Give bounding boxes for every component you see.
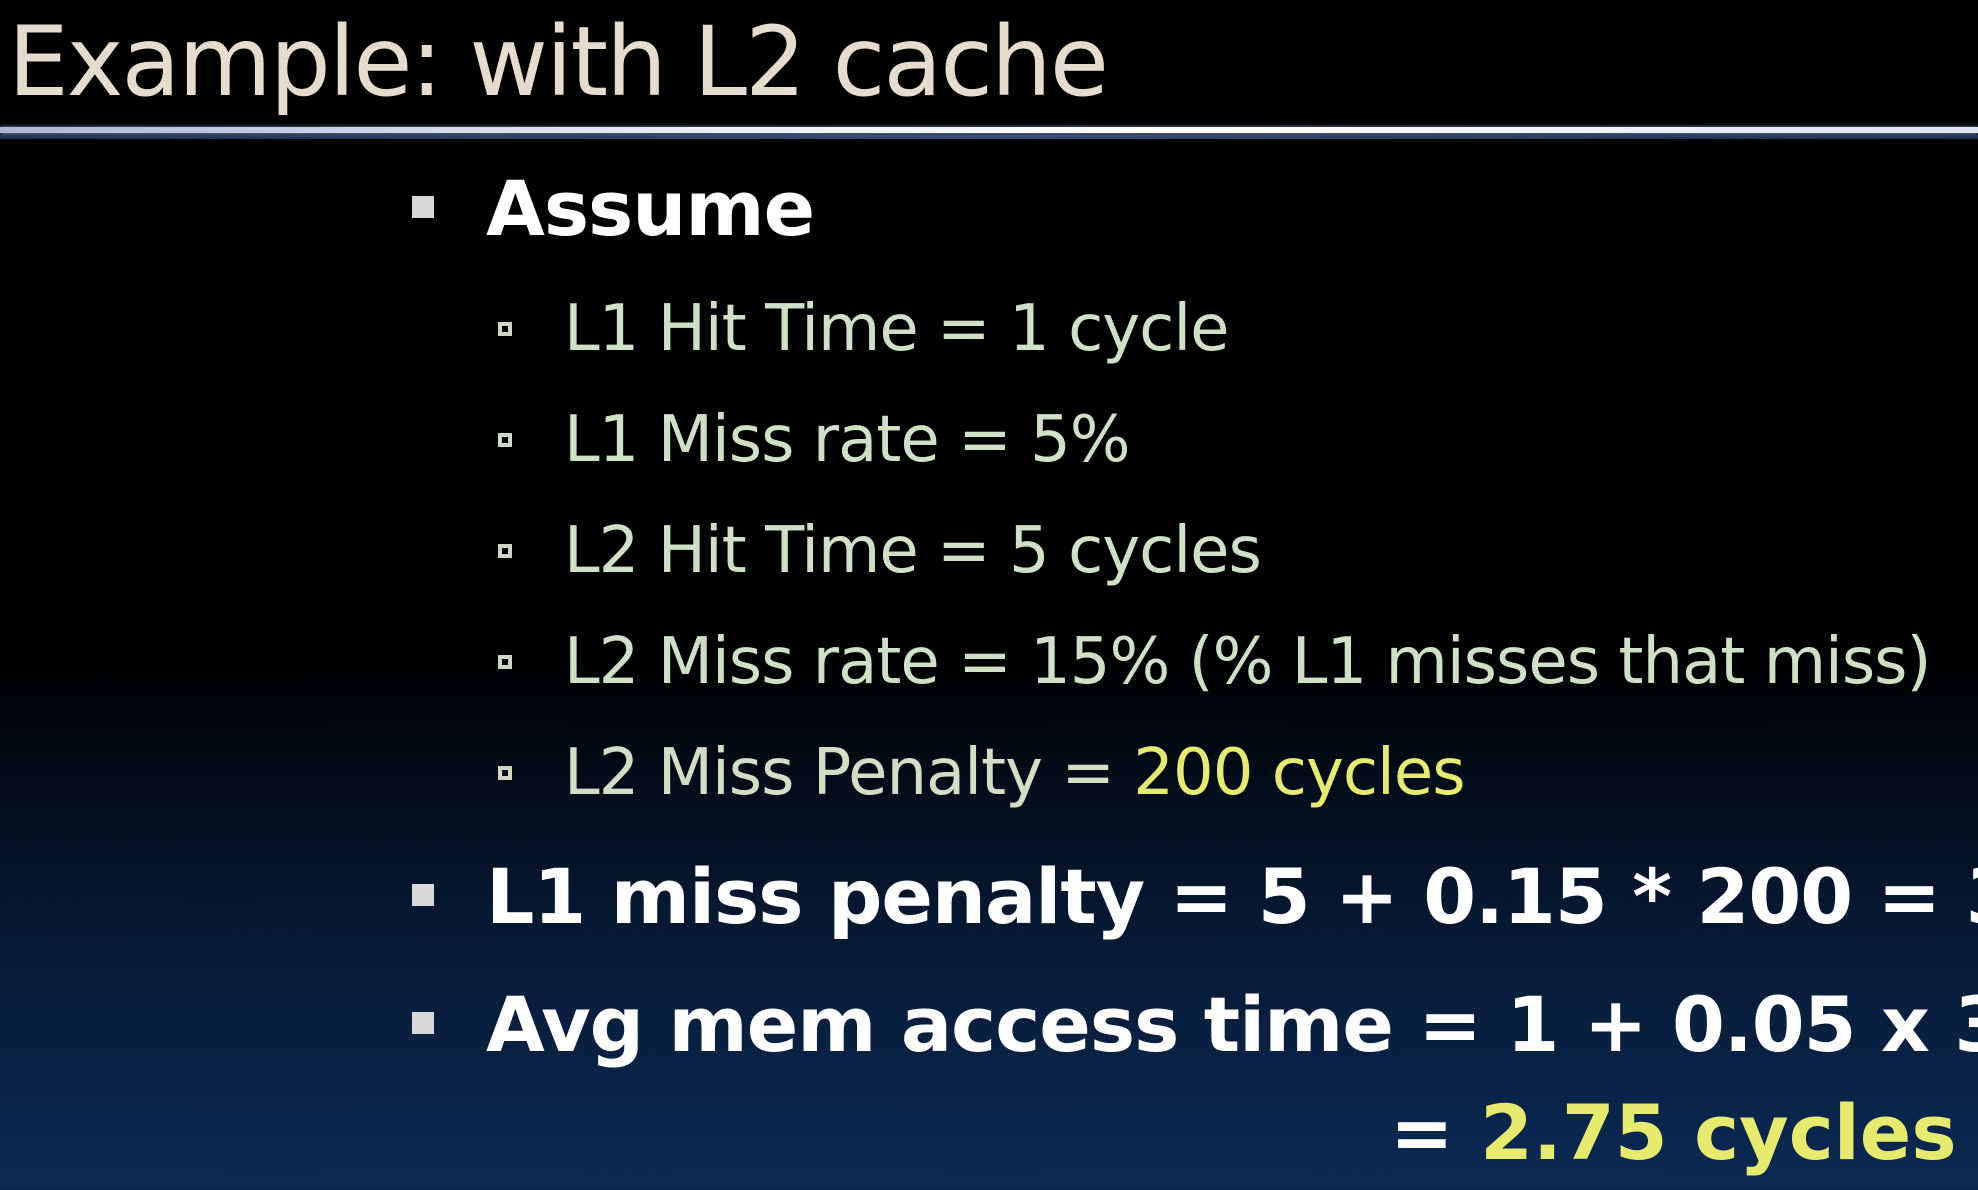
sub-bullet-icon [498,322,512,336]
result-equals: = [1390,1088,1481,1177]
title-divider-shadow [0,135,1978,139]
result-value: 2.75 cycles [1480,1088,1957,1177]
sub-bullet-icon [498,544,512,558]
sub-bullet-icon [498,766,512,780]
title-divider [0,127,1978,133]
l1-miss-rate: L1 Miss rate = 5% [564,403,1131,477]
l2-hit-time: L2 Hit Time = 5 cycles [564,514,1262,588]
bullet-square-icon [412,1012,434,1034]
bullet-square-icon [412,884,434,906]
l2-miss-penalty: L2 Miss Penalty = 200 cycles [564,733,1466,813]
l2-miss-penalty-label: L2 Miss Penalty = [564,736,1134,810]
l1-miss-penalty-formula: L1 miss penalty = 5 + 0.15 * 200 = 35 [486,852,1978,941]
l2-miss-rate: L2 Miss rate = 15% (% L1 misses that mis… [564,625,1931,699]
bullet-square-icon [412,196,434,218]
avg-access-time-formula: Avg mem access time = 1 + 0.05 x 35 [486,980,1978,1069]
sub-bullet-icon [498,655,512,669]
l2-miss-penalty-value: 200 cycles [1133,736,1465,810]
slide-title: Example: with L2 cache [8,6,1109,118]
avg-access-time-result: = 2.75 cycles [1390,1088,1957,1178]
l1-hit-time: L1 Hit Time = 1 cycle [564,292,1229,366]
assume-heading: Assume [486,164,815,253]
sub-bullet-icon [498,433,512,447]
